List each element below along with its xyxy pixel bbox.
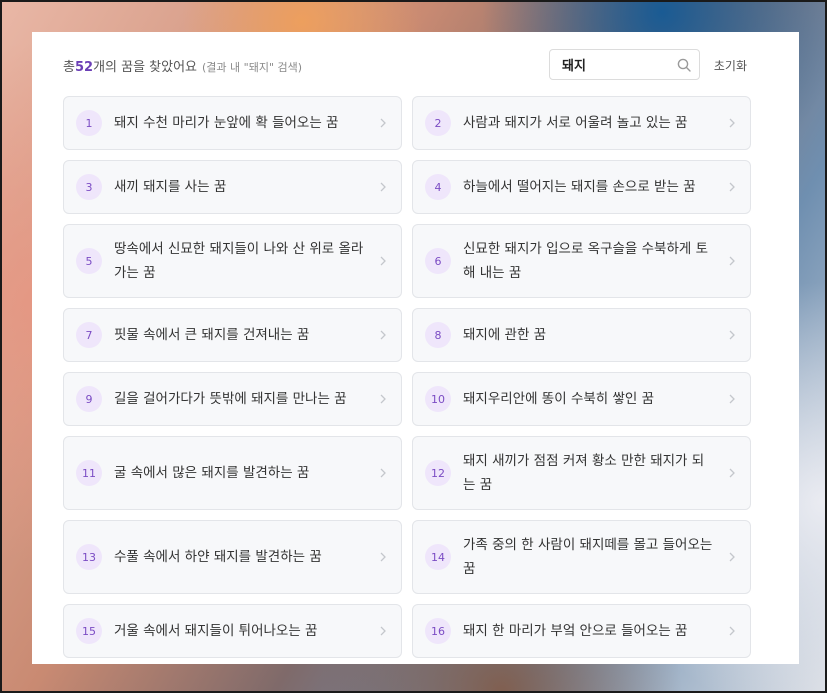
dream-item[interactable]: 8 돼지에 관한 꿈 xyxy=(412,308,751,362)
item-title: 하늘에서 떨어지는 돼지를 손으로 받는 꿈 xyxy=(463,179,696,195)
dream-item[interactable]: 11 굴 속에서 많은 돼지를 발견하는 꿈 xyxy=(63,436,402,510)
dream-item[interactable]: 3 새끼 돼지를 사는 꿈 xyxy=(63,160,402,214)
chevron-right-icon xyxy=(729,256,735,266)
search-scope-note: (결과 내 "돼지" 검색) xyxy=(202,60,303,74)
results-panel: 총 52 개의 꿈을 찾았어요 (결과 내 "돼지" 검색) 초기화 1돼지 수… xyxy=(32,32,799,664)
chevron-right-icon xyxy=(729,626,735,636)
dream-item[interactable]: 2 사람과 돼지가 서로 어울려 놀고 있는 꿈 xyxy=(412,96,751,150)
item-title: 길을 걸어가다가 뜻밖에 돼지를 만나는 꿈 xyxy=(114,391,347,407)
item-title: 사람과 돼지가 서로 어울려 놀고 있는 꿈 xyxy=(463,115,688,131)
item-title: 돼지 한 마리가 부엌 안으로 들어오는 꿈 xyxy=(463,623,688,639)
dream-item[interactable]: 1 돼지 수천 마리가 눈앞에 확 들어오는 꿈 xyxy=(63,96,402,150)
chevron-right-icon xyxy=(380,468,386,478)
result-count: 52 xyxy=(74,59,94,75)
item-number-badge: 8 xyxy=(425,322,451,348)
item-title: 돼지 수천 마리가 눈앞에 확 들어오는 꿈 xyxy=(114,115,339,131)
dream-item[interactable]: 10 돼지우리안에 똥이 수북히 쌓인 꿈 xyxy=(412,372,751,426)
chevron-right-icon xyxy=(380,394,386,404)
item-title: 굴 속에서 많은 돼지를 발견하는 꿈 xyxy=(114,465,310,481)
search-input[interactable] xyxy=(550,50,670,79)
chevron-right-icon xyxy=(380,256,386,266)
item-number-badge: 16 xyxy=(425,618,451,644)
result-suffix: 개의 꿈을 찾았어요 xyxy=(93,59,198,75)
item-number-badge: 1 xyxy=(76,110,102,136)
chevron-right-icon xyxy=(729,468,735,478)
chevron-right-icon xyxy=(380,118,386,128)
item-number-badge: 2 xyxy=(425,110,451,136)
chevron-right-icon xyxy=(380,330,386,340)
item-title: 거울 속에서 돼지들이 튀어나오는 꿈 xyxy=(114,623,318,639)
item-title: 돼지 새끼가 점점 커져 황소 만한 돼지가 되는 꿈 xyxy=(463,453,705,493)
chevron-right-icon xyxy=(380,182,386,192)
item-title: 가족 중의 한 사람이 돼지떼를 몰고 들어오는 꿈 xyxy=(463,537,713,577)
item-number-badge: 13 xyxy=(76,544,102,570)
item-number-badge: 7 xyxy=(76,322,102,348)
dream-item[interactable]: 13 수풀 속에서 하얀 돼지를 발견하는 꿈 xyxy=(63,520,402,594)
item-title: 새끼 돼지를 사는 꿈 xyxy=(114,179,227,195)
background-photo: 총 52 개의 꿈을 찾았어요 (결과 내 "돼지" 검색) 초기화 1돼지 수… xyxy=(0,0,827,693)
results-header: 총 52 개의 꿈을 찾았어요 (결과 내 "돼지" 검색) 초기화 xyxy=(63,49,747,81)
item-number-badge: 6 xyxy=(425,248,451,274)
item-title: 핏물 속에서 큰 돼지를 건져내는 꿈 xyxy=(114,327,310,343)
item-title: 돼지에 관한 꿈 xyxy=(463,327,547,343)
item-title: 수풀 속에서 하얀 돼지를 발견하는 꿈 xyxy=(114,549,322,565)
chevron-right-icon xyxy=(729,552,735,562)
dream-list: 1 돼지 수천 마리가 눈앞에 확 들어오는 꿈 2 사람과 돼지가 서로 어울려 놀… xyxy=(63,96,751,658)
chevron-right-icon xyxy=(729,394,735,404)
dream-item[interactable]: 12 돼지 새끼가 점점 커져 황소 만한 돼지가 되는 꿈 xyxy=(412,436,751,510)
item-number-badge: 11 xyxy=(76,460,102,486)
dream-item[interactable]: 4 하늘에서 떨어지는 돼지를 손으로 받는 꿈 xyxy=(412,160,751,214)
dream-item[interactable]: 16 돼지 한 마리가 부엌 안으로 들어오는 꿈 xyxy=(412,604,751,658)
item-title: 땅속에서 신묘한 돼지들이 나와 산 위로 올라가는 꿈 xyxy=(114,241,364,281)
chevron-right-icon xyxy=(729,182,735,192)
item-number-badge: 15 xyxy=(76,618,102,644)
item-title: 돼지우리안에 똥이 수북히 쌓인 꿈 xyxy=(463,391,655,407)
chevron-right-icon xyxy=(380,552,386,562)
item-number-badge: 4 xyxy=(425,174,451,200)
search-box[interactable] xyxy=(549,49,700,80)
item-number-badge: 12 xyxy=(425,460,451,486)
item-number-badge: 5 xyxy=(76,248,102,274)
dream-item[interactable]: 5 땅속에서 신묘한 돼지들이 나와 산 위로 올라가는 꿈 xyxy=(63,224,402,298)
item-number-badge: 9 xyxy=(76,386,102,412)
chevron-right-icon xyxy=(729,118,735,128)
result-prefix: 총 xyxy=(63,59,75,75)
chevron-right-icon xyxy=(729,330,735,340)
dream-item[interactable]: 6 신묘한 돼지가 입으로 옥구슬을 수북하게 토해 내는 꿈 xyxy=(412,224,751,298)
result-summary: 총 52 개의 꿈을 찾았어요 (결과 내 "돼지" 검색) xyxy=(63,56,302,75)
chevron-right-icon xyxy=(380,626,386,636)
item-number-badge: 10 xyxy=(425,386,451,412)
reset-button[interactable]: 초기화 xyxy=(714,57,747,74)
item-number-badge: 3 xyxy=(76,174,102,200)
dream-item[interactable]: 9 길을 걸어가다가 뜻밖에 돼지를 만나는 꿈 xyxy=(63,372,402,426)
search-icon[interactable] xyxy=(677,58,691,72)
dream-item[interactable]: 7 핏물 속에서 큰 돼지를 건져내는 꿈 xyxy=(63,308,402,362)
item-number-badge: 14 xyxy=(425,544,451,570)
dream-item[interactable]: 15 거울 속에서 돼지들이 튀어나오는 꿈 xyxy=(63,604,402,658)
item-title: 신묘한 돼지가 입으로 옥구슬을 수북하게 토해 내는 꿈 xyxy=(463,241,709,281)
dream-item[interactable]: 14 가족 중의 한 사람이 돼지떼를 몰고 들어오는 꿈 xyxy=(412,520,751,594)
